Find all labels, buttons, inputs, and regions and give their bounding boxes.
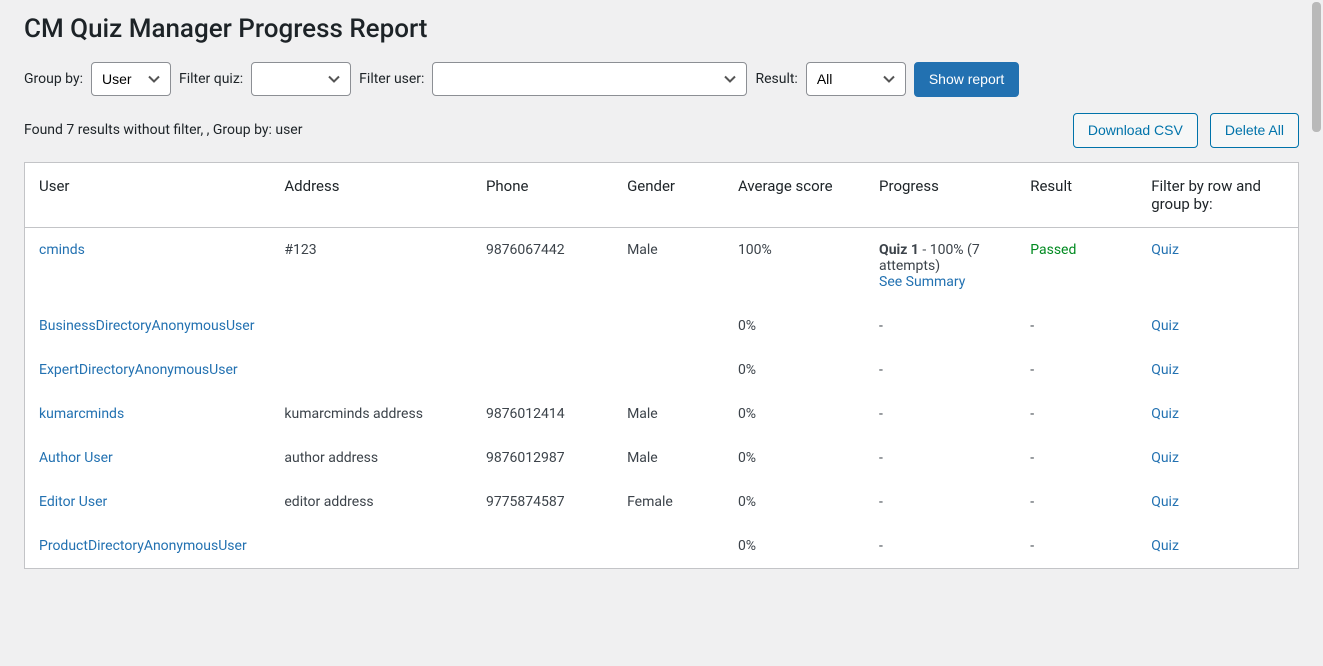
col-gender: Gender xyxy=(613,162,724,227)
table-row: ExpertDirectoryAnonymousUser0%--Quiz xyxy=(25,348,1299,392)
cell-result: - xyxy=(1016,480,1137,524)
group-by-label: Group by: xyxy=(24,71,83,87)
col-address: Address xyxy=(270,162,472,227)
delete-all-button[interactable]: Delete All xyxy=(1210,113,1299,148)
cell-avg-score: 0% xyxy=(724,524,865,569)
cell-result: - xyxy=(1016,304,1137,348)
cell-address xyxy=(270,348,472,392)
cell-address: editor address xyxy=(270,480,472,524)
scrollbar-thumb[interactable] xyxy=(1312,2,1321,132)
group-by-select[interactable]: User xyxy=(91,62,171,96)
cell-address: kumarcminds address xyxy=(270,392,472,436)
cell-progress: - xyxy=(865,304,1016,348)
row-filter-quiz-link[interactable]: Quiz xyxy=(1151,450,1179,466)
cell-gender: Male xyxy=(613,392,724,436)
col-progress: Progress xyxy=(865,162,1016,227)
row-filter-quiz-link[interactable]: Quiz xyxy=(1151,242,1179,258)
row-filter-quiz-link[interactable]: Quiz xyxy=(1151,362,1179,378)
user-link[interactable]: kumarcminds xyxy=(39,406,124,422)
cell-progress: - xyxy=(865,348,1016,392)
cell-avg-score: 0% xyxy=(724,392,865,436)
result-select[interactable]: All xyxy=(806,62,906,96)
cell-avg-score: 0% xyxy=(724,436,865,480)
cell-avg-score: 0% xyxy=(724,304,865,348)
cell-phone: 9876012987 xyxy=(472,436,613,480)
cell-result: - xyxy=(1016,436,1137,480)
table-row: BusinessDirectoryAnonymousUser0%--Quiz xyxy=(25,304,1299,348)
cell-result: - xyxy=(1016,348,1137,392)
scrollbar[interactable] xyxy=(1310,0,1323,666)
cell-address: #123 xyxy=(270,227,472,304)
cell-progress: - xyxy=(865,480,1016,524)
cell-phone: 9876067442 xyxy=(472,227,613,304)
cell-address xyxy=(270,524,472,569)
cell-progress: - xyxy=(865,524,1016,569)
col-result: Result xyxy=(1016,162,1137,227)
see-summary-link[interactable]: See Summary xyxy=(879,274,965,290)
cell-progress: Quiz 1 - 100% (7 attempts)See Summary xyxy=(865,227,1016,304)
cell-result: Passed xyxy=(1016,227,1137,304)
cell-progress: - xyxy=(865,392,1016,436)
result-label: Result: xyxy=(755,71,797,87)
cell-phone: 9876012414 xyxy=(472,392,613,436)
row-filter-quiz-link[interactable]: Quiz xyxy=(1151,318,1179,334)
cell-phone xyxy=(472,304,613,348)
col-avg-score: Average score xyxy=(724,162,865,227)
cell-progress: - xyxy=(865,436,1016,480)
row-filter-quiz-link[interactable]: Quiz xyxy=(1151,538,1179,554)
table-row: ProductDirectoryAnonymousUser0%--Quiz xyxy=(25,524,1299,569)
cell-avg-score: 0% xyxy=(724,348,865,392)
cell-gender xyxy=(613,524,724,569)
user-link[interactable]: Author User xyxy=(39,450,113,466)
filter-bar: Group by: User Filter quiz: Filter user:… xyxy=(24,62,1299,97)
user-link[interactable]: ExpertDirectoryAnonymousUser xyxy=(39,362,238,378)
user-link[interactable]: BusinessDirectoryAnonymousUser xyxy=(39,318,254,334)
table-row: Editor User editor address9775874587Femal… xyxy=(25,480,1299,524)
cell-phone xyxy=(472,348,613,392)
cell-address xyxy=(270,304,472,348)
cell-gender: Female xyxy=(613,480,724,524)
cell-avg-score: 0% xyxy=(724,480,865,524)
user-link[interactable]: Editor User xyxy=(39,494,107,510)
cell-address: author address xyxy=(270,436,472,480)
filter-quiz-select[interactable] xyxy=(251,62,351,96)
cell-gender xyxy=(613,304,724,348)
col-user: User xyxy=(25,162,271,227)
cell-gender: Male xyxy=(613,436,724,480)
table-row: Author User author address9876012987Male0… xyxy=(25,436,1299,480)
cell-avg-score: 100% xyxy=(724,227,865,304)
col-filter-row: Filter by row and group by: xyxy=(1137,162,1298,227)
filter-user-select[interactable] xyxy=(432,62,747,96)
row-filter-quiz-link[interactable]: Quiz xyxy=(1151,494,1179,510)
results-table: User Address Phone Gender Average score … xyxy=(24,162,1299,569)
user-link[interactable]: ProductDirectoryAnonymousUser xyxy=(39,538,247,554)
cell-phone xyxy=(472,524,613,569)
filter-user-label: Filter user: xyxy=(359,71,424,87)
cell-gender: Male xyxy=(613,227,724,304)
cell-result: - xyxy=(1016,392,1137,436)
page-title: CM Quiz Manager Progress Report xyxy=(24,14,1299,44)
table-row: cminds #1239876067442Male100%Quiz 1 - 100… xyxy=(25,227,1299,304)
results-summary: Found 7 results without filter, , Group … xyxy=(24,122,302,138)
user-link[interactable]: cminds xyxy=(39,242,85,258)
row-filter-quiz-link[interactable]: Quiz xyxy=(1151,406,1179,422)
show-report-button[interactable]: Show report xyxy=(914,62,1019,97)
col-phone: Phone xyxy=(472,162,613,227)
table-row: kumarcminds kumarcminds address9876012414… xyxy=(25,392,1299,436)
download-csv-button[interactable]: Download CSV xyxy=(1073,113,1198,148)
cell-gender xyxy=(613,348,724,392)
cell-phone: 9775874587 xyxy=(472,480,613,524)
filter-quiz-label: Filter quiz: xyxy=(179,71,243,87)
cell-result: - xyxy=(1016,524,1137,569)
